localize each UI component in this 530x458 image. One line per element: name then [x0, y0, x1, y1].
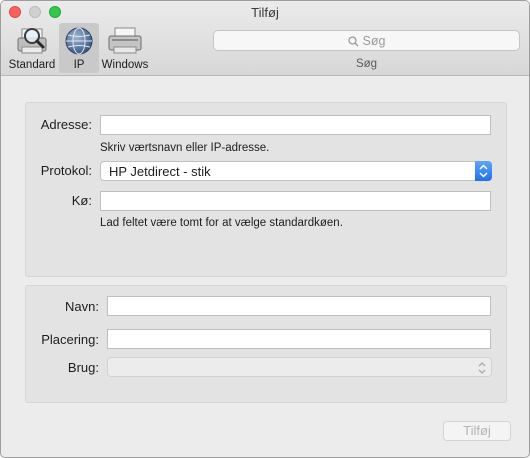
- printer-magnifier-icon: [17, 28, 47, 54]
- search-placeholder: Søg: [362, 34, 386, 48]
- address-label: Adresse:: [40, 117, 92, 132]
- address-hint: Skriv værtsnavn eller IP-adresse.: [100, 142, 270, 154]
- protocol-label: Protokol:: [40, 163, 92, 178]
- toolbar-ip-label: IP: [73, 59, 85, 71]
- name-field[interactable]: [107, 296, 491, 316]
- location-field[interactable]: [107, 329, 491, 349]
- search-field[interactable]: Søg: [213, 30, 520, 51]
- add-printer-window: Tilføj Standard IP Windows Søg Søg Adres…: [0, 0, 530, 458]
- toolbar-windows-button[interactable]: Windows: [99, 23, 151, 73]
- use-label: Brug:: [67, 360, 99, 375]
- popup-stepper: [475, 161, 492, 181]
- toolbar-ip-button[interactable]: IP: [59, 23, 99, 73]
- search-icon: [347, 36, 359, 47]
- toolbar-windows-label: Windows: [101, 59, 149, 71]
- globe-network-icon: [65, 27, 93, 55]
- updown-chevron-icon: [479, 164, 488, 178]
- queue-label: Kø:: [71, 193, 92, 208]
- use-popup[interactable]: [107, 357, 492, 377]
- window-title: Tilføj: [251, 5, 279, 20]
- location-label: Placering:: [41, 332, 99, 347]
- search-caption: Søg: [355, 58, 378, 70]
- add-button[interactable]: Tilføj: [443, 421, 511, 441]
- windows-printer-icon: [108, 27, 142, 54]
- name-label: Navn:: [65, 299, 99, 314]
- protocol-value: HP Jetdirect - stik: [109, 164, 211, 179]
- address-field[interactable]: [100, 115, 491, 135]
- updown-chevron-icon: [478, 362, 486, 374]
- toolbar: Tilføj Standard IP Windows Søg Søg: [1, 1, 529, 76]
- toolbar-standard-label: Standard: [8, 59, 56, 71]
- protocol-popup[interactable]: HP Jetdirect - stik: [100, 161, 492, 181]
- queue-hint: Lad feltet være tomt for at vælge standa…: [100, 217, 343, 229]
- queue-field[interactable]: [100, 191, 491, 211]
- toolbar-standard-button[interactable]: Standard: [7, 23, 57, 73]
